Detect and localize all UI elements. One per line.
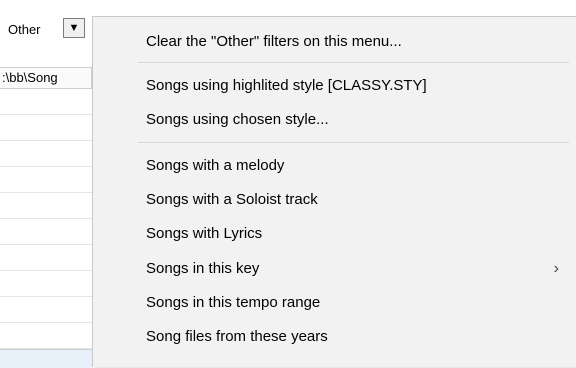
menu-item-clear-other-filters[interactable]: Clear the "Other" filters on this menu..… [93, 27, 576, 57]
background-panel: Other ▼ :\bb\Song [0, 0, 100, 368]
chevron-right-icon: › [553, 260, 559, 277]
menu-item-chosen-style[interactable]: Songs using chosen style... [93, 105, 576, 135]
other-dropdown-button[interactable]: ▼ [63, 18, 85, 38]
menu-item-tempo-range[interactable]: Songs in this tempo range [93, 288, 576, 318]
list-row[interactable] [0, 271, 92, 297]
list-row[interactable] [0, 115, 92, 141]
menu-item-highlited-style[interactable]: Songs using highlited style [CLASSY.STY] [93, 71, 576, 101]
list-row[interactable] [0, 193, 92, 219]
chevron-down-icon: ▼ [68, 22, 80, 34]
list-row[interactable] [0, 219, 92, 245]
song-list[interactable] [0, 89, 93, 349]
path-field[interactable]: :\bb\Song [0, 67, 92, 89]
selected-row-strip[interactable] [0, 349, 92, 368]
list-row[interactable] [0, 323, 92, 349]
menu-separator [138, 62, 569, 63]
menu-item-in-this-key[interactable]: Songs in this key › [93, 254, 576, 284]
menu-item-with-soloist[interactable]: Songs with a Soloist track [93, 185, 576, 215]
menu-item-file-years[interactable]: Song files from these years [93, 322, 576, 352]
list-row[interactable] [0, 141, 92, 167]
menu-item-label: Songs in this key [146, 260, 260, 277]
menu-item-with-lyrics[interactable]: Songs with Lyrics [93, 219, 576, 249]
menu-separator [138, 142, 569, 143]
list-row[interactable] [0, 89, 92, 115]
other-filter-label: Other [8, 22, 41, 37]
list-row[interactable] [0, 297, 92, 323]
list-row[interactable] [0, 245, 92, 271]
menu-item-with-melody[interactable]: Songs with a melody [93, 151, 576, 181]
other-filters-menu: Clear the "Other" filters on this menu..… [92, 16, 576, 367]
list-row[interactable] [0, 167, 92, 193]
